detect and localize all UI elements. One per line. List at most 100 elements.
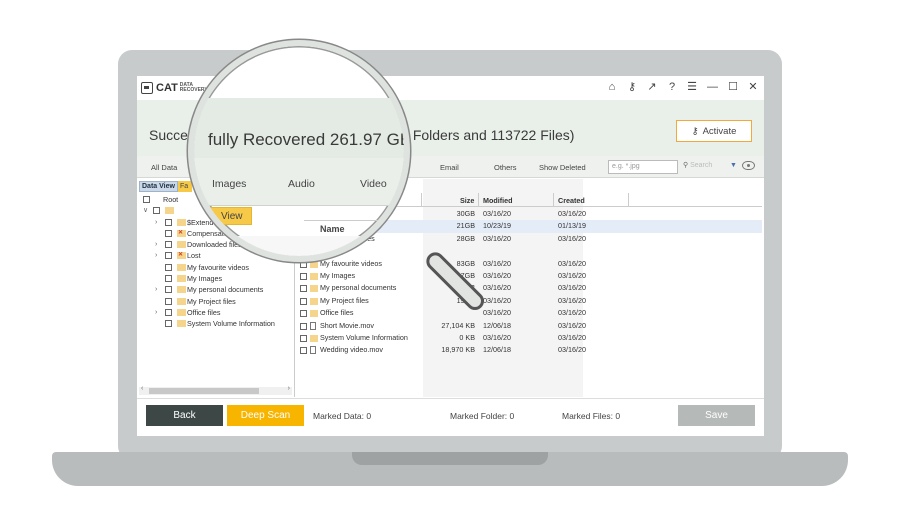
table-row[interactable]: My favourite videos 83GB 03/16/20 03/16/20 (297, 258, 762, 270)
maximize-icon[interactable]: ☐ (728, 80, 738, 93)
tree-item[interactable]: › My personal documents (137, 284, 294, 295)
tree-item[interactable]: System Volume Information (137, 318, 294, 329)
tab-data-view[interactable]: Data View (139, 181, 178, 192)
file-created: 03/16/20 (558, 283, 586, 293)
tab-email[interactable]: Email (440, 163, 459, 172)
tree-item[interactable]: My favourite videos (137, 262, 294, 273)
tree-checkbox[interactable] (165, 263, 172, 271)
tree-checkbox[interactable] (165, 286, 172, 294)
chevron-right-icon[interactable]: › (155, 284, 157, 295)
file-size: 0 KB (459, 332, 475, 342)
tab-video[interactable]: Video (360, 178, 387, 190)
tree-checkbox[interactable] (165, 297, 172, 305)
chevron-right-icon[interactable]: › (155, 307, 157, 318)
tree-checkbox[interactable] (165, 252, 172, 260)
chevron-right-icon[interactable]: › (155, 217, 157, 228)
tree-checkbox[interactable] (153, 207, 160, 215)
back-button[interactable]: Back (146, 405, 223, 426)
search-input[interactable]: e.g. *.jpg (608, 160, 678, 174)
row-checkbox[interactable] (300, 285, 307, 293)
tab-file-view[interactable]: Fa (177, 181, 192, 192)
folder-icon (177, 263, 186, 271)
file-created: 03/16/20 (558, 270, 586, 280)
table-row[interactable]: Office files 03/16/20 03/16/20 (297, 307, 762, 319)
tab-audio[interactable]: Audio (288, 178, 315, 190)
tree-checkbox[interactable] (165, 218, 172, 226)
row-checkbox[interactable] (300, 347, 307, 355)
save-button[interactable]: Save (678, 405, 755, 426)
tree-checkbox[interactable] (165, 241, 172, 249)
table-row[interactable]: System Volume Information 0 KB 03/16/20 03/… (297, 332, 762, 344)
chevron-right-icon[interactable]: › (155, 239, 157, 250)
file-modified: 03/16/20 (483, 332, 511, 342)
help-icon[interactable]: ? (667, 81, 677, 93)
menu-icon[interactable]: ☰ (687, 80, 697, 93)
folder-icon (310, 285, 318, 293)
key-icon[interactable]: ⚷ (627, 80, 637, 93)
table-row[interactable]: Short Movie.mov 27,104 KB 12/06/18 03/16/20 (297, 320, 762, 332)
col-size[interactable]: Size (460, 196, 474, 205)
tree-checkbox[interactable] (165, 320, 172, 328)
table-row[interactable]: Wedding video.mov 18,970 KB 12/06/18 03/16/… (297, 344, 762, 356)
chevron-down-icon[interactable]: ∨ (143, 205, 148, 216)
deleted-folder-icon (177, 250, 186, 261)
lens-view-tab[interactable]: View (202, 207, 252, 225)
folder-icon (310, 260, 318, 268)
tree-item[interactable]: › Office files (137, 307, 294, 318)
row-checkbox[interactable] (300, 322, 307, 330)
minimize-icon[interactable]: — (707, 81, 718, 93)
eye-icon[interactable] (742, 161, 755, 170)
scroll-thumb (149, 388, 259, 394)
table-row[interactable]: My Images 97GB 03/16/20 03/16/20 (297, 270, 762, 282)
file-modified: 03/16/20 (483, 308, 511, 318)
lens-col-name: Name (320, 224, 345, 234)
folder-icon (177, 297, 186, 305)
file-icon (310, 346, 316, 355)
file-icon (310, 321, 316, 330)
col-modified[interactable]: Modified (483, 196, 513, 205)
file-name: Wedding video.mov (320, 345, 383, 355)
tree-checkbox[interactable] (165, 229, 172, 237)
marked-data: Marked Data: 0 (313, 411, 372, 421)
file-size: 21GB (456, 221, 475, 231)
row-checkbox[interactable] (300, 297, 307, 305)
scroll-left-icon: ‹ (141, 385, 144, 392)
file-name: Short Movie.mov (320, 320, 374, 330)
col-created[interactable]: Created (558, 196, 585, 205)
tree-checkbox[interactable] (165, 275, 172, 283)
tab-show-deleted[interactable]: Show Deleted (539, 163, 586, 172)
tab-all-data[interactable]: All Data (151, 163, 177, 172)
file-modified: 03/16/20 (483, 295, 511, 305)
tab-others[interactable]: Others (494, 163, 517, 172)
search-button[interactable]: ⚲ Search (683, 161, 712, 169)
file-size: 28GB (456, 233, 475, 243)
activate-button[interactable]: ⚷ Activate (676, 120, 752, 142)
table-row[interactable]: My Project files19GB03/16/2003/16/20 (297, 295, 762, 307)
window-controls: ⌂ ⚷ ↗? ☰ — ☐ ✕ (607, 80, 758, 94)
tree-item[interactable]: My Images (137, 273, 294, 284)
tree-item-label: My Project files (187, 296, 236, 306)
tree-item-label: Office files (187, 307, 221, 317)
tree-checkbox[interactable] (165, 308, 172, 316)
folder-icon (177, 286, 186, 294)
close-icon[interactable]: ✕ (748, 80, 758, 93)
file-name: My Images (320, 270, 356, 280)
folder-icon (310, 334, 318, 342)
folder-icon (310, 272, 318, 280)
external-link-icon[interactable]: ↗ (647, 80, 657, 93)
chevron-right-icon[interactable]: › (155, 250, 157, 261)
home-icon[interactable]: ⌂ (607, 81, 617, 93)
tree-item[interactable]: My Project files (137, 296, 294, 307)
file-created: 03/16/20 (558, 320, 586, 330)
row-checkbox[interactable] (300, 310, 307, 318)
row-checkbox[interactable] (300, 334, 307, 342)
horizontal-scrollbar[interactable]: ‹ › (139, 385, 292, 395)
tab-images[interactable]: Images (212, 178, 246, 190)
table-row[interactable]: My personal documents12GB03/16/2003/16/2… (297, 282, 762, 294)
deep-scan-button[interactable]: Deep Scan (227, 405, 304, 426)
file-created: 03/16/20 (558, 258, 586, 268)
row-checkbox[interactable] (300, 272, 307, 280)
tree-checkbox[interactable] (143, 196, 150, 203)
dropdown-arrow-icon[interactable]: ▼ (730, 162, 737, 169)
file-size: 30GB (456, 209, 475, 218)
